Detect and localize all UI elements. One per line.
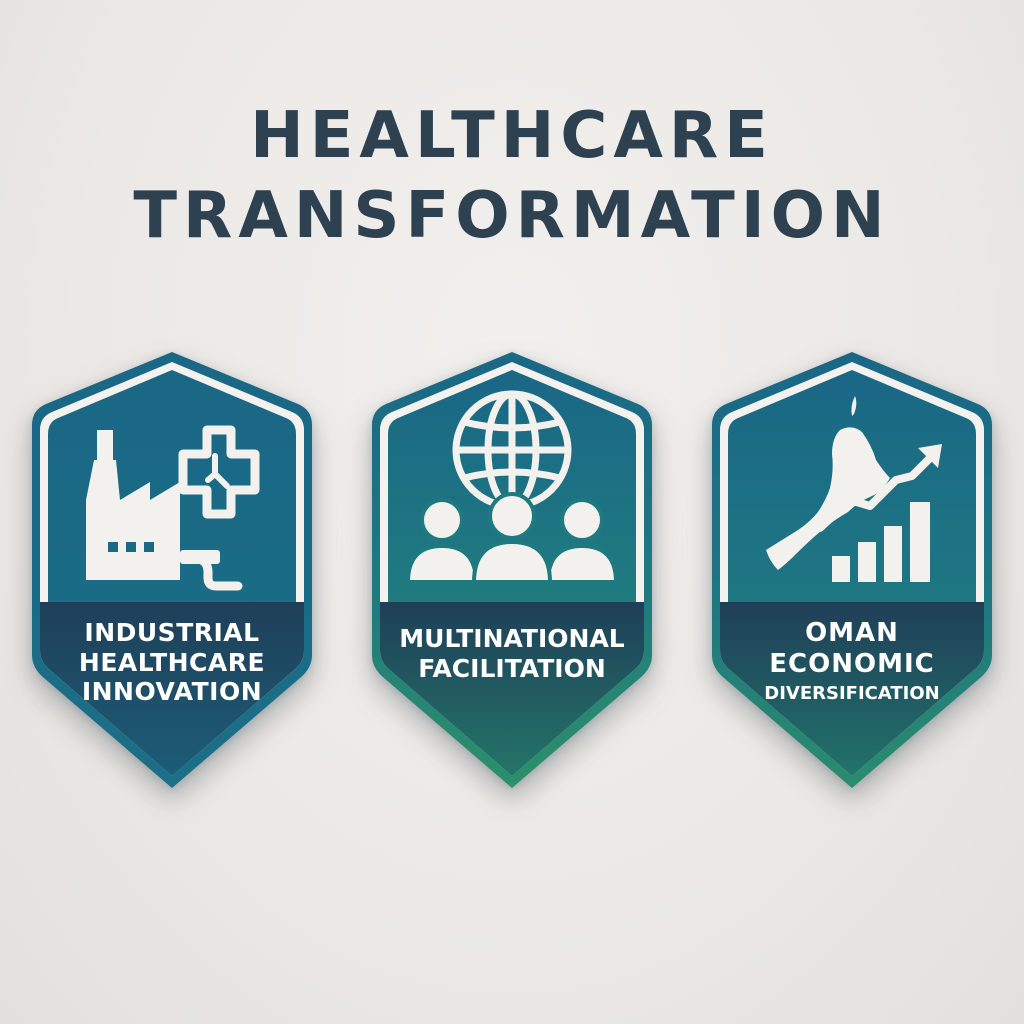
badge-label-line: HEALTHCARE <box>78 647 266 677</box>
badge-label-line: ECONOMIC <box>769 648 935 679</box>
badge-shape <box>32 352 312 788</box>
badge-multinational-facilitation: MULTINATIONAL FACILITATION <box>372 350 652 790</box>
badge-label-line: FACILITATION <box>418 653 606 683</box>
page-title-line-1: HEALTHCARE <box>250 99 774 173</box>
badge-label-line: INNOVATION <box>81 677 263 706</box>
badge-label: INDUSTRIAL HEALTHCARE INNOVATION <box>52 618 292 707</box>
badge-shape <box>712 352 992 788</box>
badge-label: MULTINATIONAL FACILITATION <box>392 624 632 683</box>
people-group-icon <box>405 492 619 584</box>
factory-windows-icon <box>108 542 154 552</box>
badge-label-line: DIVERSIFICATION <box>764 683 940 705</box>
badge-label-line: OMAN <box>805 618 899 648</box>
badge-industrial-healthcare-innovation: INDUSTRIAL HEALTHCARE INNOVATION <box>32 350 312 790</box>
badge-label-line: MULTINATIONAL <box>399 624 625 653</box>
badge-label: OMAN ECONOMIC DIVERSIFICATION <box>732 618 972 705</box>
badge-shape <box>372 352 652 788</box>
badge-label-line: INDUSTRIAL <box>84 618 260 647</box>
badge-oman-economic-diversification: OMAN ECONOMIC DIVERSIFICATION <box>712 350 992 790</box>
page-title-line-2: TRANSFORMATION <box>133 179 891 253</box>
globe-icon <box>452 390 572 510</box>
